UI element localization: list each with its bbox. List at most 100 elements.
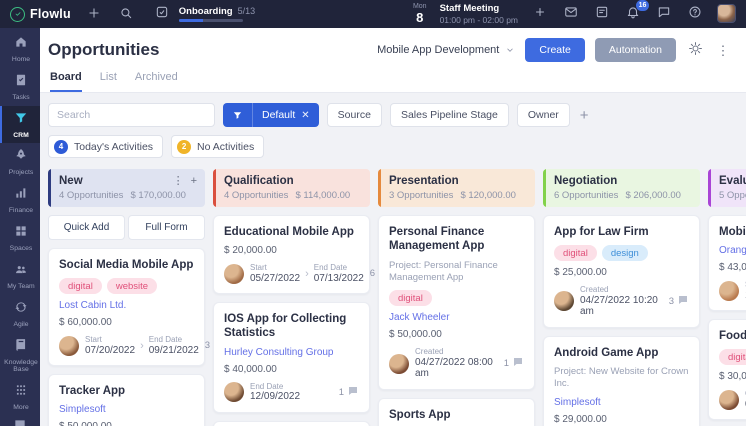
card-title: IOS App for Collecting Statistics (224, 312, 359, 341)
brand-name: Flowlu (30, 7, 71, 21)
opportunity-card[interactable]: Android Game AppProject: New Website for… (543, 336, 700, 426)
settings-gear-icon[interactable] (686, 41, 704, 59)
comments-count[interactable]: 1 (504, 356, 524, 371)
search-icon[interactable] (117, 5, 135, 23)
column-menu-kebab-icon[interactable]: ⋮ (173, 176, 184, 187)
pipeline-selected-value: Mobile App Development (377, 44, 499, 56)
global-add-icon[interactable] (85, 5, 103, 23)
quick-add-button[interactable]: Quick Add (48, 215, 125, 240)
chat-icon[interactable] (655, 5, 673, 23)
opportunity-card[interactable]: IOS App for Collecting Statistics Hurley … (213, 302, 370, 412)
tag-digital[interactable]: digital (554, 245, 597, 261)
remove-filter-icon[interactable]: ✕ (301, 110, 309, 121)
column-count: 4 Opportunities (59, 190, 123, 201)
card-client-link[interactable]: Orange Tales (719, 245, 746, 256)
opportunity-card[interactable]: Sports AppimportantMedia Group$ 30,000.0… (378, 398, 535, 426)
opportunity-card[interactable]: App for Law Firmdigitaldesign$ 25,000.00… (543, 215, 700, 328)
main-content: Opportunities Mobile App Development Cre… (40, 28, 746, 426)
chevron-down-icon (505, 45, 515, 55)
team-icon (14, 262, 28, 281)
pipeline-selector[interactable]: Mobile App Development (377, 44, 515, 56)
projects-icon (14, 148, 28, 167)
add-filter-icon[interactable]: + (578, 108, 591, 123)
sidebar-item-tasks[interactable]: Tasks (0, 68, 40, 106)
column-header: Evaluation 5 Opportunities (708, 169, 746, 207)
sidebar-assistant-icon[interactable] (11, 416, 29, 426)
sidebar-item-home[interactable]: Home (0, 30, 40, 68)
full-form-button[interactable]: Full Form (128, 215, 205, 240)
card-amount: $ 40,000.00 (224, 364, 359, 375)
search-input[interactable] (48, 103, 215, 127)
more-options-kebab-icon[interactable]: ⋮ (714, 41, 732, 59)
tab-board[interactable]: Board (50, 71, 82, 92)
sidebar-item-projects[interactable]: Projects (0, 143, 40, 181)
card-client-link[interactable]: Hurley Consulting Group (224, 347, 359, 358)
automation-button[interactable]: Automation (595, 38, 676, 62)
sidebar-item-knowledge-base[interactable]: Knowledge Base (0, 333, 40, 379)
help-icon[interactable] (686, 5, 704, 23)
date-value: 05/27/2022 (250, 273, 300, 285)
tab-archived[interactable]: Archived (135, 71, 178, 92)
board-column-negotiation: Negotiation 6 Opportunities $ 206,000.00… (543, 169, 700, 426)
filter-chip-owner[interactable]: Owner (517, 103, 570, 127)
card-amount: $ 25,000.00 (554, 267, 689, 278)
assignee-avatar (389, 354, 409, 374)
tag-design[interactable]: design (602, 245, 648, 261)
quick-filter-no-activities[interactable]: 2 No Activities (171, 135, 264, 158)
filter-chip-sales-pipeline-stage[interactable]: Sales Pipeline Stage (390, 103, 509, 127)
mail-icon[interactable] (562, 5, 580, 23)
tag-digital[interactable]: digital (59, 278, 102, 294)
onboarding-progress-count: 5/13 (238, 6, 256, 16)
opportunity-card[interactable]: Social Media Mobile AppdigitalwebsiteLos… (48, 248, 205, 366)
opportunity-card[interactable]: Personal Finance Management AppProject: … (378, 215, 535, 390)
filter-chip-source[interactable]: Source (327, 103, 382, 127)
column-add-icon[interactable]: + (191, 176, 197, 187)
date-value: 07/13/2022 (314, 273, 364, 285)
opportunity-card[interactable]: Mobile AppOrange Tales$ 43,000.00Start10… (708, 215, 746, 311)
upcoming-event[interactable]: Staff Meeting 01:00 pm - 02:00 pm (440, 3, 518, 25)
sidebar-item-label: CRM (13, 132, 28, 140)
filter-default-button[interactable]: Default✕ (223, 103, 319, 127)
calendar-date[interactable]: Mon 8 (413, 3, 427, 24)
card-client-link[interactable]: Lost Cabin Ltd. (59, 300, 194, 311)
column-count: 5 Opportunities (719, 190, 746, 201)
comments-count[interactable]: 1 (339, 385, 359, 400)
board-column-presentation: Presentation 3 Opportunities $ 120,000.0… (378, 169, 535, 426)
notes-icon[interactable] (593, 5, 611, 23)
opportunity-card[interactable]: Food Deliverydigital$ 30,000.00Created04… (708, 319, 746, 420)
sidebar-item-my-team[interactable]: My Team (0, 257, 40, 295)
tag-digital[interactable]: digital (719, 349, 746, 365)
quick-filter-today-s-activities[interactable]: 4 Today's Activities (48, 135, 163, 158)
notifications-bell-icon[interactable]: 16 (624, 5, 642, 23)
sidebar-item-finance[interactable]: Finance (0, 181, 40, 219)
column-accent-bar (48, 169, 51, 207)
funnel-icon (223, 103, 252, 127)
date-value: 04/27/2022 10:20 am (580, 295, 663, 318)
sidebar-item-more[interactable]: More (0, 378, 40, 416)
comments-count[interactable]: 3 (669, 294, 689, 309)
home-icon (14, 35, 28, 54)
opportunity-card[interactable]: App for Managing AccountingProject: New … (213, 421, 370, 426)
column-header: New ⋮ + 4 Opportunities $ 170,000.00 (48, 169, 205, 207)
column-header: Presentation 3 Opportunities $ 120,000.0… (378, 169, 535, 207)
sidebar-item-agile[interactable]: Agile (0, 295, 40, 333)
add-event-icon[interactable] (531, 5, 549, 23)
tag-digital[interactable]: digital (389, 290, 432, 306)
card-client-link[interactable]: Simplesoft (59, 404, 194, 415)
onboarding-widget[interactable]: Onboarding 5/13 (155, 5, 255, 23)
create-button[interactable]: Create (525, 38, 585, 62)
card-client-link[interactable]: Jack Wheeler (389, 312, 524, 323)
tag-website[interactable]: website (107, 278, 157, 294)
card-client-link[interactable]: Simplesoft (554, 397, 689, 408)
column-accent-bar (378, 169, 381, 207)
onboarding-icon (155, 5, 173, 23)
user-avatar[interactable] (717, 4, 736, 23)
spaces-icon (14, 224, 28, 243)
opportunity-card[interactable]: Tracker AppSimplesoft$ 50,000.00Created0… (48, 374, 205, 426)
tab-list[interactable]: List (100, 71, 117, 92)
opportunity-card[interactable]: Educational Mobile App$ 20,000.00Start05… (213, 215, 370, 294)
card-amount: $ 30,000.00 (719, 371, 746, 382)
sidebar-item-spaces[interactable]: Spaces (0, 219, 40, 257)
sidebar-item-crm[interactable]: CRM (0, 106, 40, 144)
flowlu-logo[interactable]: Flowlu (10, 7, 71, 22)
